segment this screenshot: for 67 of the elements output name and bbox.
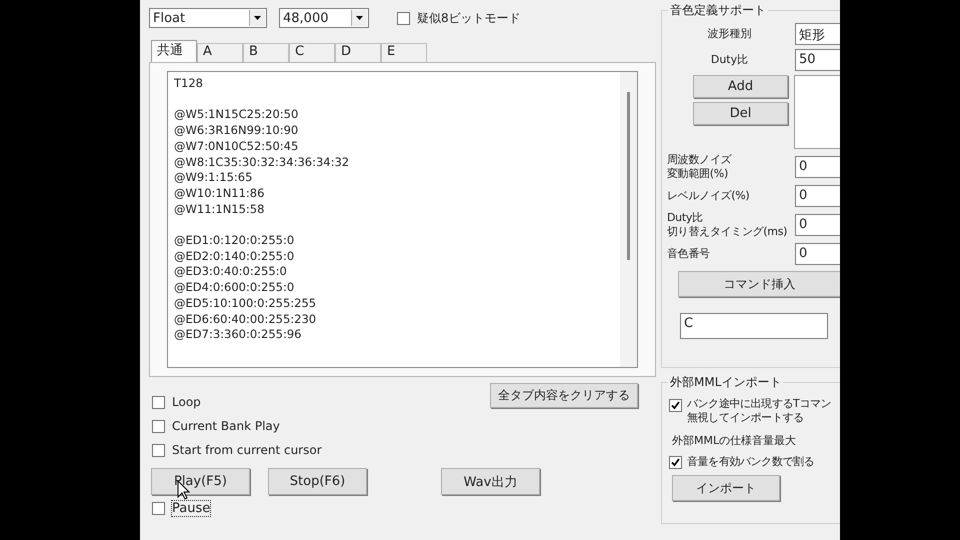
- tab[interactable]: A: [197, 43, 243, 62]
- checkbox-label: Loop: [172, 395, 201, 409]
- field-label: Duty比: [710, 53, 750, 67]
- field-label: 波形種別: [706, 27, 752, 41]
- checkbox[interactable]: [152, 420, 165, 432]
- code-line: @ED6:60:40:00:255:230: [174, 312, 318, 328]
- play-button[interactable]: Play(F5): [151, 468, 250, 495]
- code-line: @ED7:3:360:0:255:96: [174, 327, 302, 343]
- add-button[interactable]: Add: [693, 75, 788, 98]
- code-line: @W10:1N11:86: [174, 186, 266, 202]
- code-line: @ED5:10:100:0:255:255: [174, 296, 318, 312]
- group-title: 音色定義サポート: [669, 2, 767, 19]
- field-label: 音色番号: [666, 247, 710, 261]
- list-box[interactable]: [794, 75, 840, 149]
- checkbox-label: Start from current cursor: [172, 443, 322, 457]
- code-line: @W6:3R16N99:10:90: [174, 123, 300, 139]
- field-label: Duty比: [666, 211, 704, 225]
- tab[interactable]: 共通: [151, 40, 197, 62]
- code-line: @W9:1:15:65: [174, 170, 254, 186]
- tab[interactable]: E: [381, 43, 427, 62]
- checkbox-label: 無視してインポートする: [687, 411, 805, 425]
- code-line: @ED3:0:40:0:255:0: [174, 264, 288, 280]
- checkbox-label: 疑似8ビットモード: [417, 10, 521, 26]
- wav-export-button[interactable]: Wav出力: [441, 468, 540, 495]
- code-line: T128: [174, 76, 204, 92]
- format-dropdown[interactable]: Float: [149, 8, 267, 28]
- code-line: @ED1:0:120:0:255:0: [174, 233, 296, 249]
- field-label: 外部MMLの仕様音量最大: [672, 433, 798, 448]
- number-field[interactable]: 0: [795, 214, 840, 236]
- scrollbar[interactable]: [620, 72, 637, 367]
- scrollbar-thumb[interactable]: [627, 92, 630, 260]
- checkbox-label: Current Bank Play: [172, 419, 280, 433]
- field-label: 周波数ノイズ: [666, 153, 732, 167]
- import-button[interactable]: インポート: [672, 475, 780, 501]
- duty-field[interactable]: 50: [795, 49, 840, 71]
- stop-button[interactable]: Stop(F6): [268, 468, 367, 495]
- checkbox[interactable]: [669, 456, 682, 469]
- code-line: @W7:0N10C52:50:45: [174, 138, 300, 154]
- code-line: @W8:1C35:30:32:34:36:34:32: [174, 154, 350, 170]
- tab[interactable]: B: [243, 43, 289, 62]
- tab[interactable]: D: [335, 43, 381, 62]
- code-line: @ED2:0:140:0:255:0: [174, 248, 296, 264]
- field-label: 変動範囲(%): [666, 167, 729, 181]
- code-line: @W5:1N15C25:20:50: [174, 107, 300, 124]
- waveform-field[interactable]: 矩形: [795, 23, 840, 45]
- tab[interactable]: C: [289, 43, 335, 62]
- command-field[interactable]: C: [680, 313, 828, 339]
- group-title: 外部MMLインポート: [669, 374, 782, 391]
- number-field[interactable]: 0: [795, 156, 840, 178]
- insert-command-button[interactable]: コマンド挿入: [678, 271, 840, 297]
- number-field[interactable]: 0: [795, 243, 840, 265]
- delete-button[interactable]: Del: [693, 102, 788, 125]
- checkbox[interactable]: [152, 396, 165, 408]
- number-field[interactable]: 0: [795, 185, 840, 207]
- code-line: @W11:1N15:58: [174, 202, 266, 218]
- checkbox[interactable]: [152, 502, 165, 515]
- checkbox[interactable]: [152, 444, 165, 456]
- field-label: レベルノイズ(%): [666, 189, 750, 203]
- checkbox[interactable]: [669, 399, 682, 412]
- clear-all-tabs-button[interactable]: 全タブ内容をクリアする: [490, 383, 638, 408]
- checkbox-label: バンク途中に出現するTコマン: [687, 397, 832, 411]
- code-line: @ED4:0:600:0:255:0: [174, 280, 296, 296]
- field-label: 切り替えタイミング(ms): [666, 225, 788, 239]
- checkbox-label: 音量を有効バンク数で割る: [687, 454, 814, 469]
- checkbox-label: Pause: [172, 501, 210, 516]
- sample-rate-dropdown[interactable]: 48,000: [279, 8, 369, 28]
- checkbox[interactable]: [397, 12, 410, 24]
